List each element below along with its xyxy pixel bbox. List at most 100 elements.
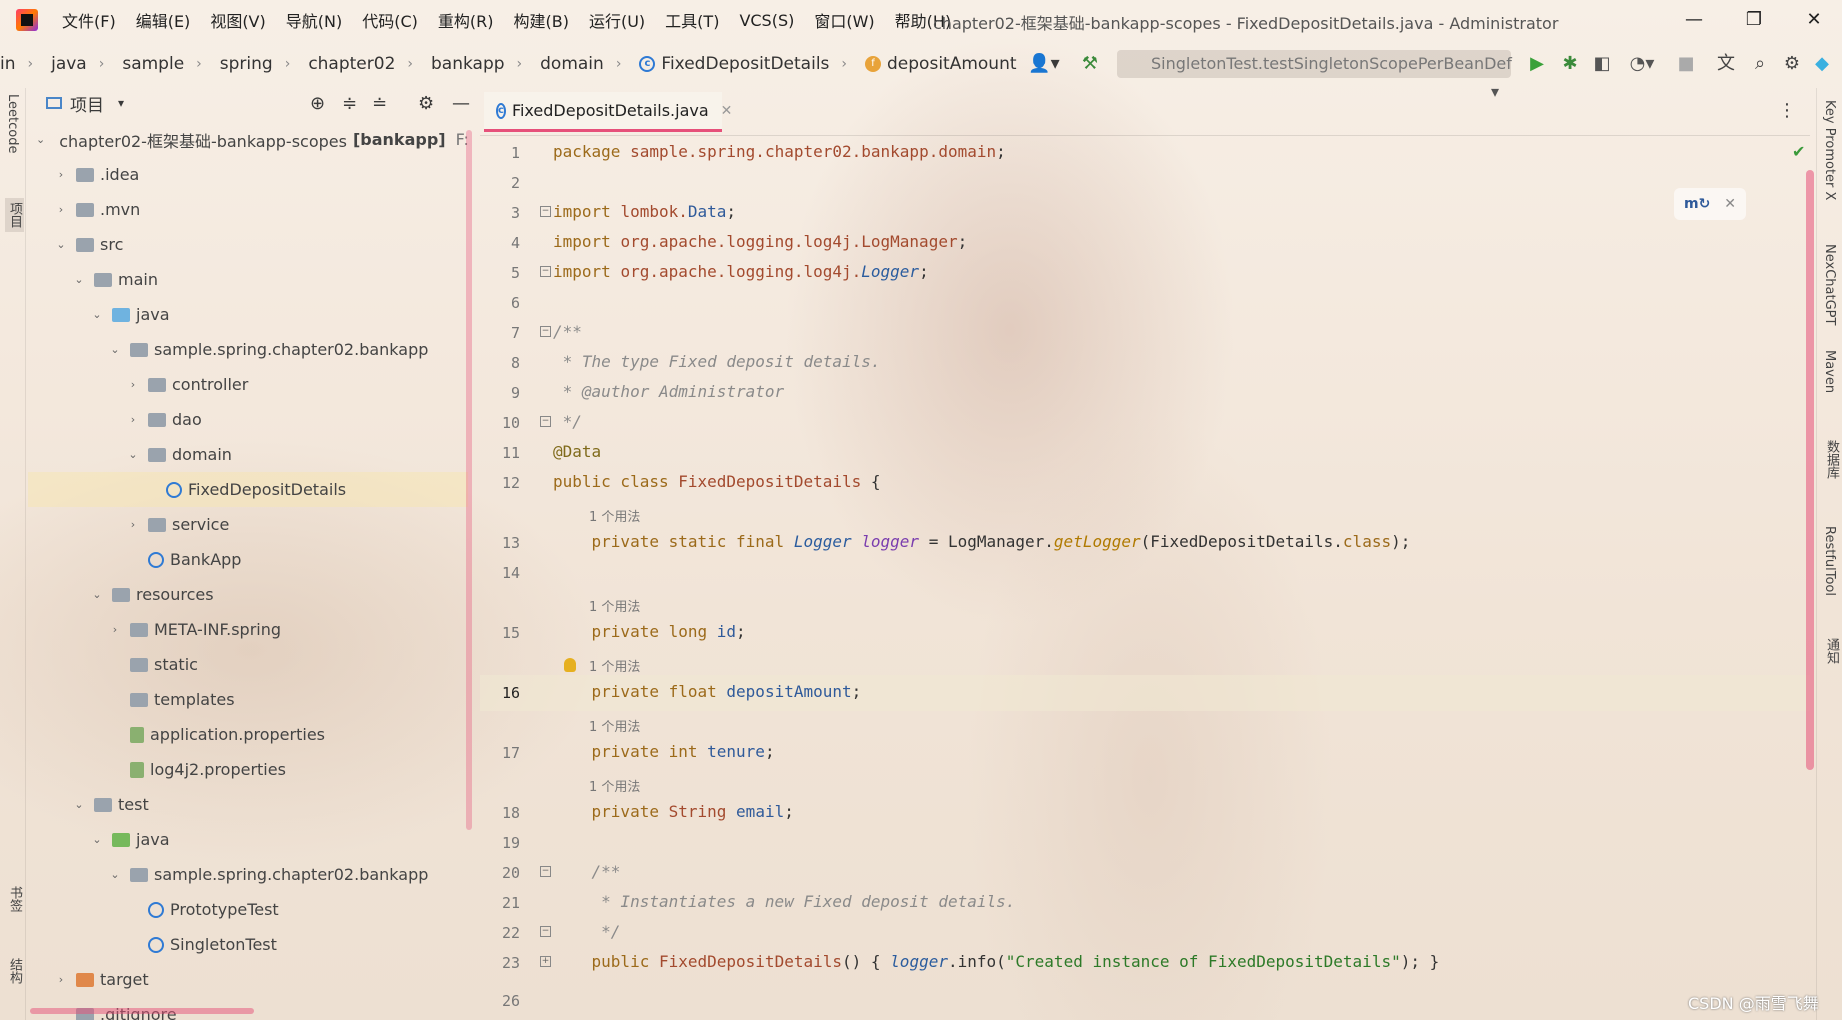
translate-icon[interactable]: 文 bbox=[1714, 50, 1738, 78]
usage-hint[interactable]: 1 个用法 bbox=[589, 506, 640, 525]
usage-hint[interactable]: 1 个用法 bbox=[589, 716, 640, 735]
menu-edit[interactable]: 编辑(E) bbox=[126, 8, 201, 32]
close-window-icon[interactable]: ✕ bbox=[1800, 6, 1828, 34]
tree-item[interactable]: › target bbox=[28, 962, 468, 997]
breadcrumb-sample[interactable]: sample › bbox=[122, 54, 215, 74]
breadcrumb-bankapp[interactable]: bankapp › bbox=[431, 54, 536, 74]
chevron-down-icon[interactable]: ⌄ bbox=[72, 273, 86, 286]
expand-all-icon[interactable]: ≑ bbox=[342, 93, 357, 114]
tree-item[interactable]: templates bbox=[28, 682, 468, 717]
stop-icon[interactable]: ■ bbox=[1674, 50, 1698, 78]
debug-icon[interactable]: ✱ bbox=[1558, 50, 1582, 78]
tree-item[interactable]: › .idea bbox=[28, 157, 468, 192]
menu-refactor[interactable]: 重构(R) bbox=[428, 8, 504, 32]
editor-scrollbar[interactable] bbox=[1806, 170, 1814, 770]
chevron-down-icon[interactable]: ⌄ bbox=[108, 868, 122, 881]
maven-tool-tab[interactable]: Maven bbox=[1822, 350, 1837, 393]
menu-run[interactable]: 运行(U) bbox=[579, 8, 655, 32]
panel-settings-gear-icon[interactable]: ⚙ bbox=[418, 93, 434, 114]
tree-item[interactable]: › .mvn bbox=[28, 192, 468, 227]
chevron-right-icon[interactable]: › bbox=[54, 168, 68, 181]
maven-reload-popup[interactable]: m↻ ✕ bbox=[1674, 188, 1746, 220]
breadcrumb-field[interactable]: f depositAmount bbox=[865, 54, 1017, 74]
chevron-down-icon[interactable]: ⌄ bbox=[90, 588, 104, 601]
close-tab-icon[interactable]: ✕ bbox=[721, 103, 733, 119]
usage-hint[interactable]: 1 个用法 bbox=[589, 596, 640, 615]
chevron-down-icon[interactable]: ⌄ bbox=[72, 798, 86, 811]
tree-item[interactable]: ⌄ sample.spring.chapter02.bankapp bbox=[28, 332, 468, 367]
intellij-logo-icon[interactable] bbox=[16, 9, 38, 31]
usage-hint[interactable]: 1 个用法 bbox=[589, 776, 640, 795]
breadcrumb-spring[interactable]: spring › bbox=[220, 54, 305, 74]
breadcrumb-class[interactable]: c FixedDepositDetails › bbox=[639, 54, 861, 74]
menu-tools[interactable]: 工具(T) bbox=[655, 8, 729, 32]
build-hammer-icon[interactable]: ⚒ bbox=[1078, 50, 1102, 78]
nexchatgpt-tool-tab[interactable]: NexChatGPT bbox=[1822, 244, 1837, 325]
chevron-right-icon[interactable]: › bbox=[126, 378, 140, 391]
tree-item[interactable]: SingletonTest bbox=[28, 927, 468, 962]
chevron-down-icon[interactable]: ⌄ bbox=[54, 238, 68, 251]
tree-item[interactable]: › controller bbox=[28, 367, 468, 402]
tree-item[interactable]: ⌄ domain bbox=[28, 437, 468, 472]
tree-item[interactable]: application.properties bbox=[28, 717, 468, 752]
restore-icon[interactable]: ❐ bbox=[1740, 6, 1768, 34]
tree-horizontal-scrollbar[interactable] bbox=[30, 1008, 254, 1014]
intention-lightbulb-icon[interactable] bbox=[564, 658, 576, 672]
restfultool-tool-tab[interactable]: RestfulTool bbox=[1822, 526, 1837, 596]
tree-root[interactable]: ⌄ chapter02-框架基础-bankapp-scopes [bankapp… bbox=[28, 122, 468, 157]
minimize-icon[interactable]: — bbox=[1680, 6, 1708, 34]
tree-item[interactable]: FixedDepositDetails bbox=[28, 472, 468, 507]
tree-item[interactable]: › META-INF.spring bbox=[28, 612, 468, 647]
chevron-right-icon[interactable]: › bbox=[54, 203, 68, 216]
fold-marker-icon[interactable]: − bbox=[540, 866, 551, 877]
fold-marker-icon[interactable]: − bbox=[540, 266, 551, 277]
tree-item[interactable]: ⌄ test bbox=[28, 787, 468, 822]
tree-item[interactable]: static bbox=[28, 647, 468, 682]
menu-build[interactable]: 构建(B) bbox=[504, 8, 579, 32]
tree-item[interactable]: › dao bbox=[28, 402, 468, 437]
chevron-down-icon[interactable]: ⌄ bbox=[90, 833, 104, 846]
chevron-down-icon[interactable]: ⌄ bbox=[126, 448, 140, 461]
tree-scrollbar[interactable] bbox=[466, 130, 472, 830]
menu-navigate[interactable]: 导航(N) bbox=[276, 8, 352, 32]
menu-file[interactable]: 文件(F) bbox=[52, 8, 126, 32]
close-popup-icon[interactable]: ✕ bbox=[1724, 188, 1736, 220]
notifications-tool-tab[interactable]: 通知 bbox=[1822, 638, 1841, 664]
plugin-icon[interactable]: ◆ bbox=[1810, 50, 1834, 78]
key-promoter-tool-tab[interactable]: Key Promoter X bbox=[1822, 100, 1837, 200]
search-icon[interactable]: ⌕ bbox=[1748, 50, 1772, 78]
hide-panel-icon[interactable]: — bbox=[452, 93, 470, 114]
menu-window[interactable]: 窗口(W) bbox=[804, 8, 884, 32]
breadcrumb-java[interactable]: java › bbox=[51, 54, 118, 74]
fold-marker-icon[interactable]: − bbox=[540, 206, 551, 217]
menu-code[interactable]: 代码(C) bbox=[352, 8, 428, 32]
leetcode-tool-tab[interactable]: Leetcode bbox=[5, 94, 20, 153]
tree-item[interactable]: BankApp bbox=[28, 542, 468, 577]
tree-item[interactable]: ⌄ main bbox=[28, 262, 468, 297]
menu-view[interactable]: 视图(V) bbox=[200, 8, 275, 32]
coverage-icon[interactable]: ◧ bbox=[1590, 50, 1614, 78]
chevron-down-icon[interactable]: ⌄ bbox=[108, 343, 122, 356]
menu-vcs[interactable]: VCS(S) bbox=[729, 11, 804, 30]
breadcrumb-domain[interactable]: domain › bbox=[540, 54, 635, 74]
locate-target-icon[interactable]: ⊕ bbox=[310, 93, 325, 114]
user-dropdown-icon[interactable]: 👤▾ bbox=[1024, 50, 1064, 78]
fold-marker-icon[interactable]: − bbox=[540, 416, 551, 427]
fold-marker-icon[interactable]: − bbox=[540, 326, 551, 337]
chevron-down-icon[interactable]: ▾ bbox=[118, 96, 124, 110]
chevron-right-icon[interactable]: › bbox=[126, 413, 140, 426]
tree-item[interactable]: PrototypeTest bbox=[28, 892, 468, 927]
database-tool-tab[interactable]: 数据库 bbox=[1822, 440, 1841, 479]
tree-item[interactable]: ⌄ sample.spring.chapter02.bankapp bbox=[28, 857, 468, 892]
project-panel-title[interactable]: 项目 bbox=[70, 91, 104, 116]
structure-tool-tab[interactable]: 结构 bbox=[5, 958, 24, 984]
tree-item[interactable]: ⌄ java bbox=[28, 297, 468, 332]
more-options-icon[interactable]: ⋮ bbox=[1778, 100, 1796, 121]
tree-item[interactable]: ⌄ src bbox=[28, 227, 468, 262]
run-configuration-select[interactable]: SingletonTest.testSingletonScopePerBeanD… bbox=[1117, 50, 1512, 101]
run-icon[interactable]: ▶ bbox=[1525, 50, 1549, 78]
project-tool-tab[interactable]: 项目 bbox=[5, 198, 24, 232]
settings-gear-icon[interactable]: ⚙ bbox=[1780, 50, 1804, 78]
tree-item[interactable]: › service bbox=[28, 507, 468, 542]
breadcrumb-chapter02[interactable]: chapter02 › bbox=[308, 54, 427, 74]
